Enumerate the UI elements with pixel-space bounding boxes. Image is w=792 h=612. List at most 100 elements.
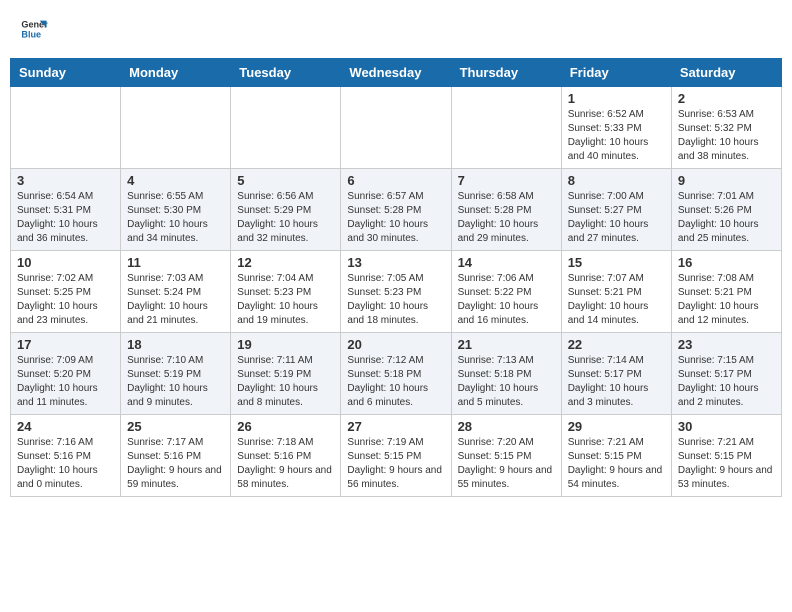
calendar-cell: 9 Sunrise: 7:01 AM Sunset: 5:26 PM Daylig… — [671, 169, 781, 251]
day-info: Sunrise: 7:00 AM Sunset: 5:27 PM Dayligh… — [568, 190, 665, 246]
week-row-2: 3 Sunrise: 6:54 AM Sunset: 5:31 PM Daylig… — [11, 169, 782, 251]
weekday-header-saturday: Saturday — [671, 59, 781, 87]
day-number: 9 — [678, 173, 775, 188]
day-number: 30 — [678, 419, 775, 434]
weekday-header-thursday: Thursday — [451, 59, 561, 87]
day-info: Sunrise: 7:08 AM Sunset: 5:21 PM Dayligh… — [678, 272, 775, 328]
day-number: 20 — [347, 337, 444, 352]
day-info: Sunrise: 7:02 AM Sunset: 5:25 PM Dayligh… — [17, 272, 114, 328]
calendar-cell: 28 Sunrise: 7:20 AM Sunset: 5:15 PM Dayli… — [451, 415, 561, 497]
week-row-1: 1 Sunrise: 6:52 AM Sunset: 5:33 PM Daylig… — [11, 87, 782, 169]
day-info: Sunrise: 7:09 AM Sunset: 5:20 PM Dayligh… — [17, 354, 114, 410]
day-info: Sunrise: 6:52 AM Sunset: 5:33 PM Dayligh… — [568, 108, 665, 164]
calendar-cell: 4Sunrise: 6:55 AM Sunset: 5:30 PM Daylig… — [121, 169, 231, 251]
day-number: 27 — [347, 419, 444, 434]
calendar-cell — [11, 87, 121, 169]
day-number: 11 — [127, 255, 224, 270]
day-number: 18 — [127, 337, 224, 352]
day-number: 13 — [347, 255, 444, 270]
day-info: Sunrise: 7:13 AM Sunset: 5:18 PM Dayligh… — [458, 354, 555, 410]
day-number: 19 — [237, 337, 334, 352]
day-number: 8 — [568, 173, 665, 188]
calendar-cell: 30Sunrise: 7:21 AM Sunset: 5:15 PM Dayli… — [671, 415, 781, 497]
calendar-cell: 21 Sunrise: 7:13 AM Sunset: 5:18 PM Dayli… — [451, 333, 561, 415]
weekday-header-monday: Monday — [121, 59, 231, 87]
day-number: 15 — [568, 255, 665, 270]
calendar-cell: 24Sunrise: 7:16 AM Sunset: 5:16 PM Dayli… — [11, 415, 121, 497]
day-info: Sunrise: 7:20 AM Sunset: 5:15 PM Dayligh… — [458, 436, 555, 492]
day-info: Sunrise: 7:10 AM Sunset: 5:19 PM Dayligh… — [127, 354, 224, 410]
calendar-cell: 19Sunrise: 7:11 AM Sunset: 5:19 PM Dayli… — [231, 333, 341, 415]
calendar-cell: 23Sunrise: 7:15 AM Sunset: 5:17 PM Dayli… — [671, 333, 781, 415]
day-number: 17 — [17, 337, 114, 352]
day-number: 26 — [237, 419, 334, 434]
week-row-5: 24Sunrise: 7:16 AM Sunset: 5:16 PM Dayli… — [11, 415, 782, 497]
day-info: Sunrise: 6:57 AM Sunset: 5:28 PM Dayligh… — [347, 190, 444, 246]
day-info: Sunrise: 7:17 AM Sunset: 5:16 PM Dayligh… — [127, 436, 224, 492]
day-info: Sunrise: 7:06 AM Sunset: 5:22 PM Dayligh… — [458, 272, 555, 328]
calendar-cell — [121, 87, 231, 169]
calendar-cell: 2 Sunrise: 6:53 AM Sunset: 5:32 PM Daylig… — [671, 87, 781, 169]
day-number: 6 — [347, 173, 444, 188]
calendar-cell: 10 Sunrise: 7:02 AM Sunset: 5:25 PM Dayli… — [11, 251, 121, 333]
day-info: Sunrise: 7:15 AM Sunset: 5:17 PM Dayligh… — [678, 354, 775, 410]
day-number: 14 — [458, 255, 555, 270]
day-info: Sunrise: 7:07 AM Sunset: 5:21 PM Dayligh… — [568, 272, 665, 328]
day-number: 29 — [568, 419, 665, 434]
week-row-4: 17 Sunrise: 7:09 AM Sunset: 5:20 PM Dayli… — [11, 333, 782, 415]
calendar-cell — [231, 87, 341, 169]
day-number: 2 — [678, 91, 775, 106]
calendar-cell: 20 Sunrise: 7:12 AM Sunset: 5:18 PM Dayli… — [341, 333, 451, 415]
day-number: 5 — [237, 173, 334, 188]
week-row-3: 10 Sunrise: 7:02 AM Sunset: 5:25 PM Dayli… — [11, 251, 782, 333]
page-header: General Blue — [10, 10, 782, 48]
day-info: Sunrise: 6:56 AM Sunset: 5:29 PM Dayligh… — [237, 190, 334, 246]
day-info: Sunrise: 7:14 AM Sunset: 5:17 PM Dayligh… — [568, 354, 665, 410]
day-info: Sunrise: 7:12 AM Sunset: 5:18 PM Dayligh… — [347, 354, 444, 410]
day-number: 25 — [127, 419, 224, 434]
calendar-cell — [451, 87, 561, 169]
calendar-cell: 6 Sunrise: 6:57 AM Sunset: 5:28 PM Daylig… — [341, 169, 451, 251]
day-info: Sunrise: 7:03 AM Sunset: 5:24 PM Dayligh… — [127, 272, 224, 328]
day-info: Sunrise: 7:04 AM Sunset: 5:23 PM Dayligh… — [237, 272, 334, 328]
day-info: Sunrise: 6:53 AM Sunset: 5:32 PM Dayligh… — [678, 108, 775, 164]
calendar-cell: 7 Sunrise: 6:58 AM Sunset: 5:28 PM Daylig… — [451, 169, 561, 251]
day-info: Sunrise: 7:16 AM Sunset: 5:16 PM Dayligh… — [17, 436, 114, 492]
weekday-header-row: SundayMondayTuesdayWednesdayThursdayFrid… — [11, 59, 782, 87]
day-info: Sunrise: 7:19 AM Sunset: 5:15 PM Dayligh… — [347, 436, 444, 492]
day-number: 12 — [237, 255, 334, 270]
day-info: Sunrise: 6:54 AM Sunset: 5:31 PM Dayligh… — [17, 190, 114, 246]
day-number: 4 — [127, 173, 224, 188]
day-number: 10 — [17, 255, 114, 270]
day-number: 7 — [458, 173, 555, 188]
day-number: 3 — [17, 173, 114, 188]
calendar-cell: 8 Sunrise: 7:00 AM Sunset: 5:27 PM Daylig… — [561, 169, 671, 251]
weekday-header-sunday: Sunday — [11, 59, 121, 87]
logo: General Blue — [20, 15, 50, 43]
calendar-cell: 27 Sunrise: 7:19 AM Sunset: 5:15 PM Dayli… — [341, 415, 451, 497]
calendar-cell: 13 Sunrise: 7:05 AM Sunset: 5:23 PM Dayli… — [341, 251, 451, 333]
weekday-header-friday: Friday — [561, 59, 671, 87]
calendar-cell: 12 Sunrise: 7:04 AM Sunset: 5:23 PM Dayli… — [231, 251, 341, 333]
calendar-cell: 26 Sunrise: 7:18 AM Sunset: 5:16 PM Dayli… — [231, 415, 341, 497]
calendar-cell: 11 Sunrise: 7:03 AM Sunset: 5:24 PM Dayli… — [121, 251, 231, 333]
calendar-cell — [341, 87, 451, 169]
calendar-cell: 3 Sunrise: 6:54 AM Sunset: 5:31 PM Daylig… — [11, 169, 121, 251]
day-number: 21 — [458, 337, 555, 352]
day-number: 1 — [568, 91, 665, 106]
calendar-cell: 14 Sunrise: 7:06 AM Sunset: 5:22 PM Dayli… — [451, 251, 561, 333]
calendar-cell: 17 Sunrise: 7:09 AM Sunset: 5:20 PM Dayli… — [11, 333, 121, 415]
weekday-header-tuesday: Tuesday — [231, 59, 341, 87]
calendar-cell: 25 Sunrise: 7:17 AM Sunset: 5:16 PM Dayli… — [121, 415, 231, 497]
day-number: 28 — [458, 419, 555, 434]
day-info: Sunrise: 6:58 AM Sunset: 5:28 PM Dayligh… — [458, 190, 555, 246]
calendar-cell: 16Sunrise: 7:08 AM Sunset: 5:21 PM Dayli… — [671, 251, 781, 333]
day-info: Sunrise: 7:05 AM Sunset: 5:23 PM Dayligh… — [347, 272, 444, 328]
calendar-cell: 15 Sunrise: 7:07 AM Sunset: 5:21 PM Dayli… — [561, 251, 671, 333]
calendar-cell: 22 Sunrise: 7:14 AM Sunset: 5:17 PM Dayli… — [561, 333, 671, 415]
day-info: Sunrise: 7:01 AM Sunset: 5:26 PM Dayligh… — [678, 190, 775, 246]
day-info: Sunrise: 7:18 AM Sunset: 5:16 PM Dayligh… — [237, 436, 334, 492]
day-number: 22 — [568, 337, 665, 352]
calendar-cell: 5 Sunrise: 6:56 AM Sunset: 5:29 PM Daylig… — [231, 169, 341, 251]
svg-text:Blue: Blue — [21, 29, 41, 39]
